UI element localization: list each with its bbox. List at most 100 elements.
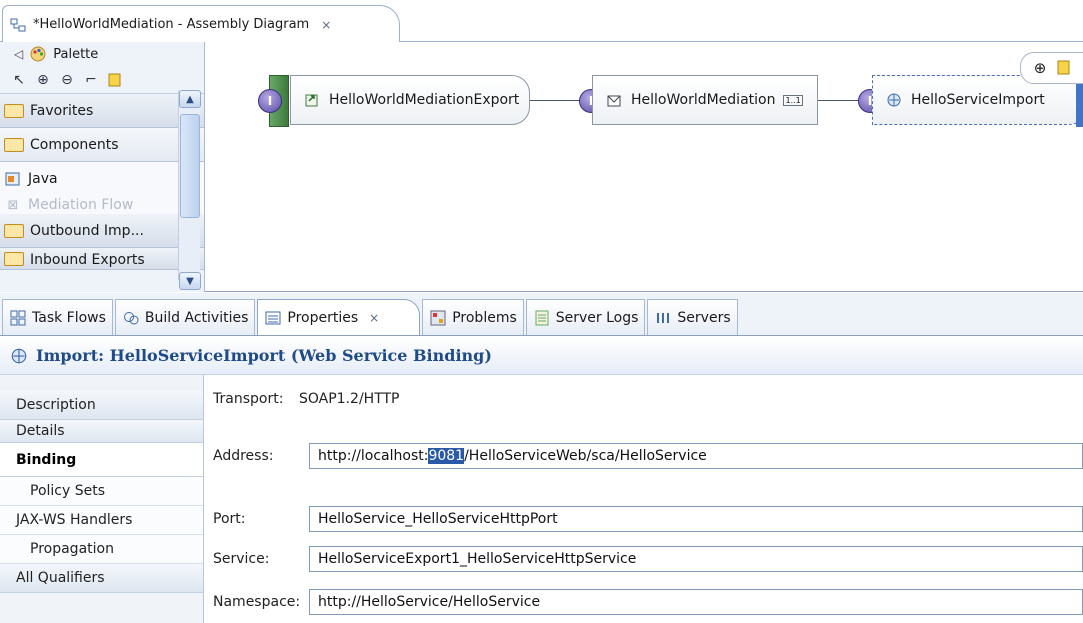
select-tool-icon[interactable]: ↖ [10, 71, 28, 89]
folder-icon [4, 223, 24, 238]
drawer-label: Favorites [30, 102, 94, 119]
folder-icon [4, 137, 24, 152]
multiplicity-tag: 1..1 [783, 94, 803, 106]
tab-task-flows[interactable]: Task Flows [2, 299, 113, 335]
address-field[interactable]: http://localhost: 9081/HelloServiceWeb/sc… [309, 443, 1083, 469]
properties-sidebar: Description Details Binding Policy Sets … [0, 375, 204, 623]
node-action-bar: ⊕ [1020, 52, 1083, 84]
namespace-label: Namespace: [213, 594, 301, 610]
tab-label: Server Logs [555, 309, 639, 326]
close-icon[interactable]: × [321, 18, 331, 32]
mediation-flow-icon: ⊠ [7, 197, 19, 213]
properties-icon [264, 309, 282, 327]
palette-scrollbar[interactable]: ▲ ▼ [178, 90, 201, 290]
entry-label: Mediation Flow [28, 197, 134, 213]
task-flows-icon [9, 309, 27, 327]
scroll-down-icon[interactable]: ▼ [179, 272, 201, 290]
tab-label: Task Flows [32, 309, 106, 326]
node-label: HelloServiceImport [911, 92, 1045, 108]
sidebar-item-propagation[interactable]: Propagation [0, 535, 203, 564]
namespace-row: Namespace: http://HelloService/HelloServ… [213, 588, 1083, 616]
palette-title: Palette [53, 46, 99, 62]
port-label: Port: [213, 511, 246, 527]
export-icon [303, 91, 321, 109]
diagram-canvas[interactable]: I HelloWorldMediationExport I HelloWorld… [206, 42, 1083, 292]
sidebar-item-policy-sets[interactable]: Policy Sets [0, 477, 203, 506]
namespace-field[interactable]: http://HelloService/HelloService [309, 589, 1083, 615]
diagram-node-mediation[interactable]: HelloWorldMediation 1..1 [592, 75, 818, 125]
service-field[interactable]: HelloServiceExport1_HelloServiceHttpServ… [309, 546, 1083, 572]
tab-server-logs[interactable]: Server Logs [525, 299, 646, 335]
problems-icon [429, 309, 447, 327]
import-icon [885, 91, 903, 109]
build-activities-icon [122, 309, 140, 327]
folder-icon [4, 252, 24, 266]
collapse-palette-icon[interactable]: ◁ [14, 47, 23, 61]
server-logs-icon [533, 309, 551, 327]
note-tool-icon[interactable] [106, 71, 124, 89]
port-field[interactable]: HelloService_HelloServiceHttpPort [309, 506, 1083, 532]
close-icon[interactable]: × [369, 311, 379, 325]
editor-tab-title: *HelloWorldMediation - Assembly Diagram [33, 17, 310, 32]
wire[interactable] [530, 100, 584, 101]
tab-problems[interactable]: Problems [422, 299, 524, 335]
transport-label: Transport: [213, 391, 284, 407]
properties-title: Import: HelloServiceImport (Web Service … [36, 346, 492, 365]
editor-tab-assembly-diagram[interactable]: *HelloWorldMediation - Assembly Diagram … [2, 5, 400, 43]
palette-drawer-outbound-imports[interactable]: Outbound Imp... [0, 214, 204, 248]
tab-servers[interactable]: Servers [647, 299, 738, 335]
address-row: Address: http://localhost: 9081/HelloServ… [213, 442, 1083, 470]
scroll-thumb[interactable] [180, 114, 200, 218]
java-component-icon [4, 170, 22, 188]
palette-icon [29, 45, 47, 63]
tab-build-activities[interactable]: Build Activities [114, 299, 256, 335]
interface-icon[interactable]: I [258, 89, 282, 113]
diagram-node-export[interactable]: HelloWorldMediationExport [290, 75, 530, 125]
transport-row: Transport: SOAP1.2/HTTP [213, 385, 1083, 413]
palette-drawer-inbound-exports[interactable]: Inbound Exports [0, 248, 204, 270]
folder-icon [4, 103, 24, 118]
sidebar-item-all-qualifiers[interactable]: All Qualifiers [0, 564, 203, 593]
binding-properties: Transport: SOAP1.2/HTTP Address: http://… [205, 375, 1083, 623]
address-suffix: /HelloServiceWeb/sca/HelloService [464, 448, 707, 464]
tab-label: Problems [452, 309, 517, 326]
tab-label: Build Activities [144, 309, 249, 326]
properties-header: Import: HelloServiceImport (Web Service … [0, 337, 1083, 375]
wire-tool-icon[interactable]: ⌐ [82, 71, 100, 89]
palette-entry-java[interactable]: Java [0, 162, 204, 196]
node-label: HelloWorldMediation [631, 92, 776, 108]
service-row: Service: HelloServiceExport1_HelloServic… [213, 545, 1083, 573]
sidebar-item-binding[interactable]: Binding [0, 443, 203, 477]
add-interface-icon[interactable]: ⊕ [1031, 59, 1049, 77]
assembly-diagram: ◁ Palette ↖ ⊕ ⊖ ⌐ Favorites Components J… [0, 42, 1083, 292]
zoom-in-icon[interactable]: ⊕ [34, 71, 52, 89]
zoom-out-icon[interactable]: ⊖ [58, 71, 76, 89]
scroll-up-icon[interactable]: ▲ [179, 90, 201, 108]
sidebar-item-description[interactable]: Description [0, 391, 203, 420]
transport-value: SOAP1.2/HTTP [299, 391, 400, 407]
service-label: Service: [213, 551, 270, 567]
address-selected-port: 9081 [428, 448, 465, 464]
drawer-label: Components [30, 136, 119, 153]
palette: ◁ Palette ↖ ⊕ ⊖ ⌐ Favorites Components J… [0, 42, 205, 292]
tab-label: Properties [287, 309, 359, 326]
assembly-diagram-icon [9, 16, 27, 34]
add-note-icon[interactable] [1055, 59, 1073, 77]
entry-label: Java [28, 171, 58, 187]
tab-label: Servers [677, 309, 731, 326]
import-icon [10, 347, 28, 365]
address-label: Address: [213, 448, 274, 464]
servers-icon [654, 309, 672, 327]
palette-entry-mediation-flow[interactable]: ⊠ Mediation Flow [0, 196, 204, 214]
views-tabstrip: Task Flows Build Activities Properties ×… [0, 293, 1083, 336]
drawer-label: Outbound Imp... [30, 222, 144, 239]
sidebar-item-details[interactable]: Details [0, 420, 203, 443]
editor-tabstrip: *HelloWorldMediation - Assembly Diagram … [0, 0, 1083, 43]
address-prefix: http://localhost: [318, 448, 429, 464]
palette-drawer-components[interactable]: Components [0, 128, 204, 162]
palette-header[interactable]: ◁ Palette [0, 42, 204, 66]
tab-properties[interactable]: Properties × [257, 299, 421, 335]
sidebar-item-jax-ws-handlers[interactable]: JAX-WS Handlers [0, 506, 203, 535]
palette-tools: ↖ ⊕ ⊖ ⌐ [0, 66, 204, 94]
palette-drawer-favorites[interactable]: Favorites [0, 94, 204, 128]
